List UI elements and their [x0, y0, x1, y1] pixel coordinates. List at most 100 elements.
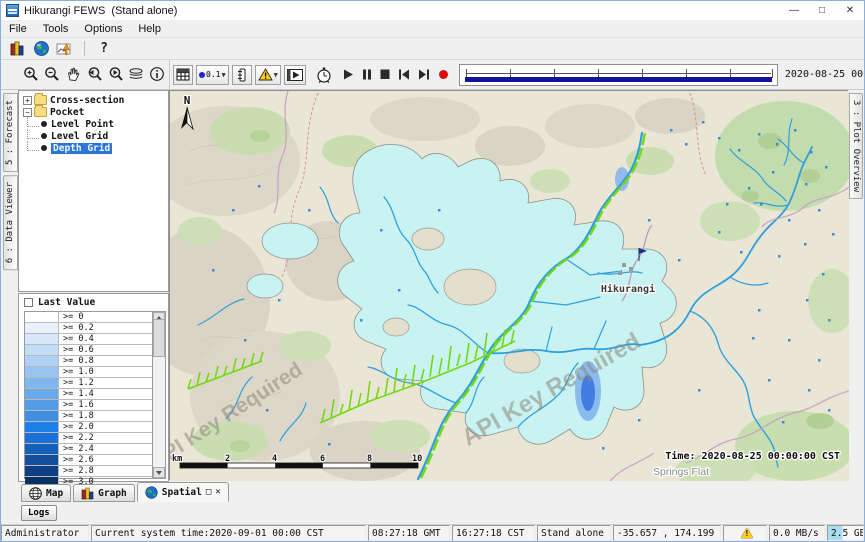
zoom-next-icon[interactable] — [107, 66, 124, 84]
last-value-checkbox[interactable] — [24, 298, 33, 307]
maximize-button[interactable]: □ — [808, 1, 836, 20]
legend-table: >= 0 >= 0.2 >= 0.4 >= 0.6 >= 0.8 >= 1.0 … — [24, 311, 166, 479]
globe-icon — [34, 41, 49, 56]
minimize-button[interactable]: — — [780, 1, 808, 20]
legend-row[interactable]: >= 2.2 — [25, 433, 152, 444]
menu-file[interactable]: File — [1, 23, 35, 35]
legend-row[interactable]: >= 0.8 — [25, 356, 152, 367]
tab-map[interactable]: Map — [21, 484, 71, 502]
tree-node-pocket[interactable]: − Pocket — [19, 106, 168, 118]
legend-row[interactable]: >= 1.8 — [25, 411, 152, 422]
window-title: Hikurangi FEWS (Stand alone) — [24, 5, 177, 17]
legend-row[interactable]: >= 2.6 — [25, 455, 152, 466]
zoom-previous-icon[interactable] — [86, 66, 103, 84]
legend-row[interactable]: >= 0 — [25, 312, 152, 323]
play-icon[interactable] — [343, 69, 354, 80]
svg-text:8: 8 — [367, 454, 372, 464]
right-dock-tabs: 3 : Plot Overview — [848, 90, 865, 482]
tab-plot-overview[interactable]: 3 : Plot Overview — [849, 93, 863, 199]
legend-row[interactable]: >= 1.6 — [25, 400, 152, 411]
record-icon[interactable] — [438, 69, 449, 80]
help-button[interactable]: ? — [92, 39, 116, 58]
bullet-icon — [41, 121, 47, 127]
status-mode: Stand alone — [537, 525, 611, 541]
menu-tools[interactable]: Tools — [35, 23, 77, 35]
legend-row[interactable]: >= 2.8 — [25, 466, 152, 477]
legend-row[interactable]: >= 0.6 — [25, 345, 152, 356]
tree-node-depth-grid[interactable]: Depth Grid — [19, 142, 168, 154]
tab-graph[interactable]: Graph — [73, 484, 135, 502]
pan-hand-icon[interactable] — [65, 66, 82, 84]
locality-label: Springs Flat — [653, 466, 709, 478]
menu-options[interactable]: Options — [76, 23, 130, 35]
scroll-down-icon[interactable] — [153, 467, 165, 478]
stop-icon[interactable] — [380, 69, 390, 80]
marker-dot-icon — [199, 72, 205, 78]
legend-row[interactable]: >= 1.0 — [25, 367, 152, 378]
tab-forecast[interactable]: 5 : Forecast — [3, 93, 18, 172]
legend-row[interactable]: >= 2.0 — [25, 422, 152, 433]
movie-icon — [287, 69, 303, 81]
color-swatch — [25, 400, 59, 410]
zoom-out-icon[interactable] — [44, 66, 61, 84]
status-user: Administrator — [1, 525, 89, 541]
tab-spatial[interactable]: Spatial □ ✕ — [137, 482, 229, 502]
status-warning[interactable] — [723, 525, 767, 541]
logs-button[interactable]: Logs — [21, 505, 57, 521]
chevron-down-icon: ▼ — [221, 71, 225, 79]
legend-row[interactable]: >= 0.2 — [25, 323, 152, 334]
tree-node-level-point[interactable]: Level Point — [19, 118, 168, 130]
tab-close-icon[interactable]: ✕ — [215, 487, 220, 497]
spatial-toolbar: 0.1 ▼ ▼ — [169, 60, 449, 89]
tab-maximize-icon[interactable]: □ — [206, 487, 211, 497]
collapse-icon[interactable]: − — [23, 108, 32, 117]
svg-text:2: 2 — [225, 454, 230, 464]
close-button[interactable]: ✕ — [836, 1, 864, 20]
pause-icon[interactable] — [362, 69, 372, 80]
data-display-button[interactable] — [5, 39, 29, 58]
status-memory[interactable]: 2.5 GB — [827, 525, 864, 541]
color-swatch — [25, 389, 59, 399]
color-swatch — [25, 455, 59, 465]
map-control-row: 0.1 ▼ ▼ — [1, 60, 864, 90]
color-swatch — [25, 356, 59, 366]
expand-icon[interactable]: + — [23, 96, 32, 105]
zoom-in-icon[interactable] — [23, 66, 40, 84]
tree-connector — [27, 117, 39, 127]
menu-help[interactable]: Help — [130, 23, 169, 35]
help-icon: ? — [100, 41, 108, 56]
timeline-slider[interactable] — [459, 64, 778, 86]
bullet-icon — [41, 133, 47, 139]
info-icon[interactable] — [149, 66, 166, 84]
grid-table-button[interactable] — [173, 65, 193, 85]
tree-connector — [27, 141, 39, 151]
chevron-down-icon: ▼ — [274, 71, 278, 79]
legend-row[interactable]: >= 1.4 — [25, 389, 152, 400]
scroll-thumb[interactable] — [153, 319, 165, 357]
logs-row: Logs — [1, 502, 864, 524]
tree-node-level-grid[interactable]: Level Grid — [19, 130, 168, 142]
marker-scale-dropdown[interactable]: 0.1 ▼ — [196, 65, 229, 85]
bar-chart-icon — [81, 487, 94, 500]
thresholds-dropdown[interactable]: ▼ — [255, 65, 281, 85]
spatial-display-button[interactable] — [29, 39, 53, 58]
map-canvas[interactable]: API Key Required API Key Required Hikura… — [169, 90, 848, 480]
legend-scrollbar[interactable] — [152, 312, 165, 478]
grid-display-button[interactable] — [53, 39, 77, 58]
main-toolbar: ? — [1, 38, 864, 60]
animation-export-button[interactable] — [284, 65, 306, 85]
skip-start-icon[interactable] — [398, 69, 410, 80]
status-gmt-time: 08:27:18 GMT — [368, 525, 450, 541]
menu-bar: File Tools Options Help — [1, 20, 864, 38]
warning-icon — [741, 528, 753, 538]
legend-row[interactable]: >= 1.2 — [25, 378, 152, 389]
skip-end-icon[interactable] — [418, 69, 430, 80]
app-window: Hikurangi FEWS (Stand alone) — □ ✕ File … — [0, 0, 865, 542]
legend-row[interactable]: >= 2.4 — [25, 444, 152, 455]
tab-data-viewer[interactable]: 6 : Data Viewer — [3, 175, 18, 270]
folder-icon — [34, 107, 47, 117]
profile-button[interactable] — [232, 65, 252, 85]
layers-icon[interactable] — [128, 66, 145, 84]
stopwatch-icon[interactable] — [315, 66, 332, 84]
legend-row[interactable]: >= 0.4 — [25, 334, 152, 345]
